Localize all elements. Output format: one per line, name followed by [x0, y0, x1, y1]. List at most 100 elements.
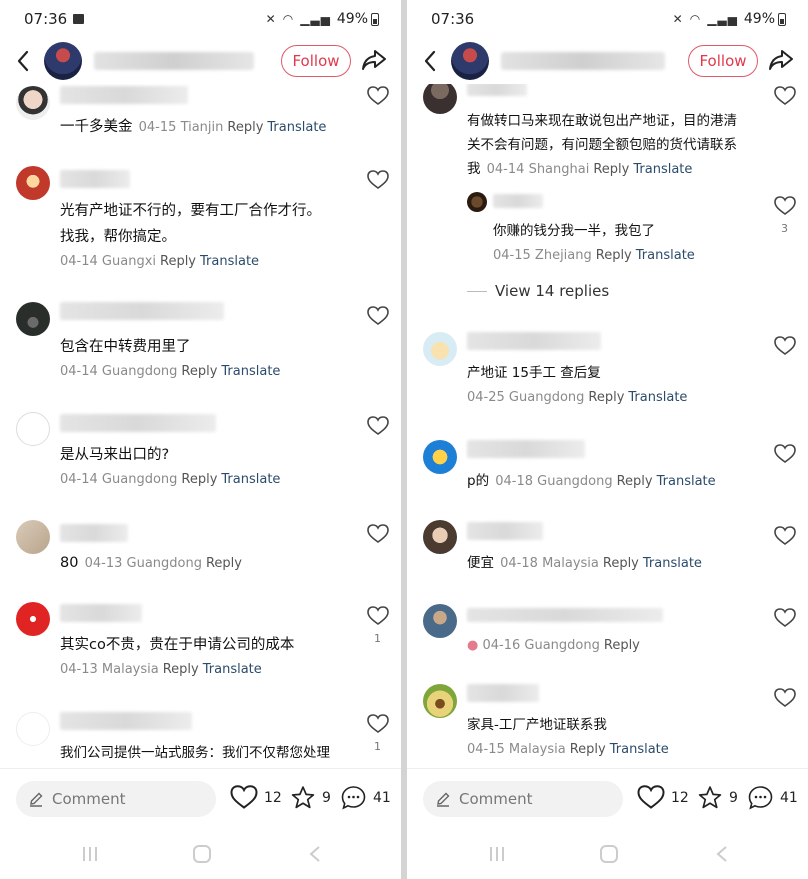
- comment-input[interactable]: Comment: [16, 781, 216, 817]
- reply-link[interactable]: Reply: [604, 638, 640, 653]
- commenter-avatar[interactable]: [423, 684, 457, 718]
- comment-input[interactable]: Comment: [423, 781, 623, 817]
- commenter-name-redacted[interactable]: [467, 440, 585, 458]
- commenter-avatar[interactable]: [16, 166, 50, 200]
- heart-icon[interactable]: [367, 714, 389, 734]
- reply-link[interactable]: Reply: [181, 472, 217, 487]
- reply-link[interactable]: Reply: [227, 120, 263, 135]
- like-stat[interactable]: 12: [230, 785, 282, 810]
- replier-name-redacted[interactable]: [493, 194, 543, 208]
- recents-nav-icon[interactable]: [487, 845, 507, 863]
- reply-link[interactable]: Reply: [588, 390, 624, 405]
- commenter-avatar[interactable]: [16, 520, 50, 554]
- follow-button[interactable]: Follow: [281, 45, 351, 77]
- comment-stat[interactable]: 41: [747, 785, 798, 811]
- commenter-name-redacted[interactable]: [60, 302, 224, 320]
- heart-icon[interactable]: [774, 608, 796, 628]
- back-icon[interactable]: [415, 41, 445, 81]
- commenter-name-redacted[interactable]: [467, 608, 663, 622]
- reply-link[interactable]: Reply: [596, 248, 632, 263]
- commenter-name-redacted[interactable]: [467, 684, 539, 702]
- phone-screen-left: 07:36 ✕ ◠ ▁▃▅ 49% Follow 一千多美金 04-15 Tia…: [0, 0, 401, 879]
- like-count-total: 12: [264, 789, 282, 806]
- heart-icon[interactable]: [367, 306, 389, 326]
- author-avatar[interactable]: [44, 42, 82, 80]
- author-avatar[interactable]: [451, 42, 489, 80]
- commenter-avatar[interactable]: [423, 440, 457, 474]
- commenter-name-redacted[interactable]: [467, 522, 543, 540]
- translate-link[interactable]: Translate: [633, 162, 692, 177]
- heart-icon[interactable]: [774, 196, 796, 216]
- comment-list[interactable]: 有做转口马来现在敢说包出产地证，目的港清 关不会有问题，有问题全额包赔的货代请联…: [407, 84, 808, 768]
- reply-link[interactable]: Reply: [593, 162, 629, 177]
- commenter-name-redacted[interactable]: [467, 84, 527, 96]
- commenter-avatar[interactable]: [16, 712, 50, 746]
- translate-link[interactable]: Translate: [203, 662, 262, 677]
- commenter-name-redacted[interactable]: [60, 604, 142, 622]
- heart-icon[interactable]: [774, 86, 796, 106]
- heart-icon[interactable]: [774, 526, 796, 546]
- author-name-redacted[interactable]: [501, 52, 665, 70]
- reply-link[interactable]: Reply: [206, 556, 242, 571]
- commenter-avatar[interactable]: [16, 302, 50, 336]
- view-replies-button[interactable]: View 14 replies: [467, 282, 609, 300]
- commenter-avatar[interactable]: [16, 412, 50, 446]
- commenter-avatar[interactable]: [423, 332, 457, 366]
- comment-stat[interactable]: 41: [340, 785, 391, 811]
- view-replies-label: View 14 replies: [495, 282, 610, 300]
- reply-link[interactable]: Reply: [617, 474, 653, 489]
- commenter-name-redacted[interactable]: [60, 86, 188, 104]
- heart-icon[interactable]: [367, 524, 389, 544]
- translate-link[interactable]: Translate: [657, 474, 716, 489]
- commenter-name-redacted[interactable]: [467, 332, 601, 350]
- reply-link[interactable]: Reply: [603, 556, 639, 571]
- commenter-avatar[interactable]: [423, 84, 457, 114]
- star-stat[interactable]: 9: [697, 785, 738, 810]
- reply-link[interactable]: Reply: [570, 742, 606, 757]
- back-nav-icon[interactable]: [715, 845, 729, 863]
- share-icon[interactable]: [768, 48, 794, 76]
- commenter-name-redacted[interactable]: [60, 524, 128, 542]
- heart-icon[interactable]: [774, 688, 796, 708]
- star-stat[interactable]: 9: [290, 785, 331, 810]
- translate-link[interactable]: Translate: [267, 120, 326, 135]
- like-stat[interactable]: 12: [637, 785, 689, 810]
- reply-link[interactable]: Reply: [181, 364, 217, 379]
- reply-link[interactable]: Reply: [160, 254, 196, 269]
- recents-nav-icon[interactable]: [80, 845, 100, 863]
- commenter-avatar[interactable]: [423, 520, 457, 554]
- home-nav-icon[interactable]: [599, 845, 619, 863]
- commenter-avatar[interactable]: [16, 602, 50, 636]
- back-icon[interactable]: [8, 41, 38, 81]
- translate-link[interactable]: Translate: [610, 742, 669, 757]
- share-icon[interactable]: [361, 48, 387, 76]
- translate-link[interactable]: Translate: [221, 472, 280, 487]
- home-nav-icon[interactable]: [192, 845, 212, 863]
- translate-link[interactable]: Translate: [200, 254, 259, 269]
- author-name-redacted[interactable]: [94, 52, 254, 70]
- translate-link[interactable]: Translate: [643, 556, 702, 571]
- commenter-avatar[interactable]: [423, 604, 457, 638]
- heart-icon[interactable]: [367, 86, 389, 106]
- replier-avatar[interactable]: [467, 192, 487, 212]
- back-nav-icon[interactable]: [308, 845, 322, 863]
- comment-meta: 04-14 Guangxi Reply Translate: [60, 254, 260, 269]
- heart-icon[interactable]: [367, 170, 389, 190]
- heart-icon[interactable]: [774, 444, 796, 464]
- commenter-name-redacted[interactable]: [60, 712, 192, 730]
- reply-link[interactable]: Reply: [163, 662, 199, 677]
- wifi-icon: ◠: [282, 12, 295, 26]
- commenter-name-redacted[interactable]: [60, 414, 216, 432]
- commenter-avatar[interactable]: [16, 86, 50, 120]
- heart-icon[interactable]: [367, 606, 389, 626]
- commenter-name-redacted[interactable]: [60, 170, 130, 188]
- comment-list[interactable]: 一千多美金 04-15 Tianjin Reply Translate 光有产地证不…: [0, 84, 401, 768]
- follow-button[interactable]: Follow: [688, 45, 758, 77]
- heart-icon[interactable]: [774, 336, 796, 356]
- reply-text: 你赚的钱分我一半，我包了: [493, 223, 655, 239]
- comment-text: 其实co不贵，贵在于申请公司的成本: [60, 637, 295, 653]
- translate-link[interactable]: Translate: [636, 248, 695, 263]
- translate-link[interactable]: Translate: [628, 390, 687, 405]
- heart-icon[interactable]: [367, 416, 389, 436]
- translate-link[interactable]: Translate: [221, 364, 280, 379]
